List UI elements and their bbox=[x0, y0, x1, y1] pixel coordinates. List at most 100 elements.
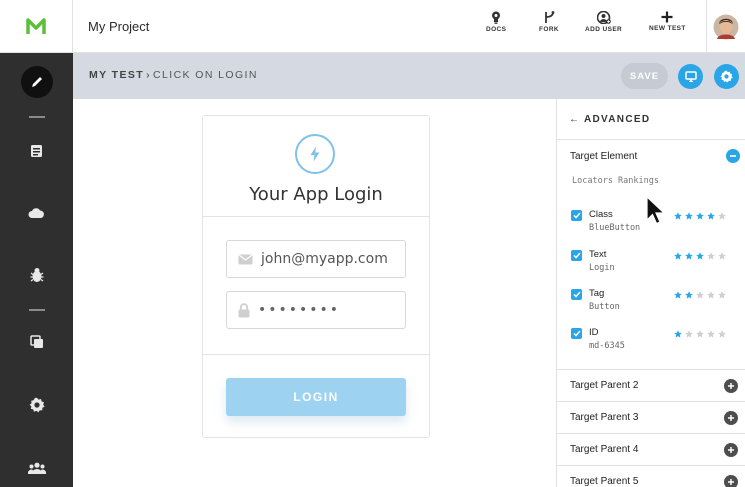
mouse-cursor-icon bbox=[646, 196, 666, 225]
star-filled-icon bbox=[685, 252, 693, 260]
advanced-header[interactable]: ← ADVANCED bbox=[557, 99, 745, 140]
email-field[interactable]: john@myapp.com bbox=[226, 240, 406, 278]
app-logo-circle bbox=[295, 134, 335, 174]
sidebar-item-cloud[interactable] bbox=[0, 205, 73, 221]
add-user-button[interactable]: ADD USER bbox=[585, 11, 622, 33]
star-empty-icon bbox=[707, 252, 715, 260]
expand-icon[interactable] bbox=[724, 411, 738, 425]
card-divider bbox=[203, 216, 429, 217]
lock-icon bbox=[238, 302, 250, 317]
preview-button[interactable] bbox=[678, 64, 703, 89]
project-title: My Project bbox=[88, 19, 150, 34]
sidebar-item-settings[interactable] bbox=[0, 396, 73, 414]
settings-button[interactable] bbox=[714, 64, 739, 89]
advanced-title: ← ADVANCED bbox=[569, 114, 651, 125]
star-filled-icon bbox=[696, 212, 704, 220]
star-filled-icon bbox=[685, 212, 693, 220]
add-user-label: ADD USER bbox=[585, 26, 623, 33]
plus-icon bbox=[728, 415, 734, 421]
check-icon bbox=[572, 291, 581, 298]
sidebar-divider bbox=[29, 116, 45, 118]
target-parent-label: Target Parent 4 bbox=[570, 444, 639, 455]
locator-value: BlueButton bbox=[589, 223, 641, 233]
password-field[interactable]: •••••••• bbox=[226, 291, 406, 329]
locator-value: Button bbox=[589, 302, 620, 312]
locators-subtitle: Locators Rankings bbox=[572, 176, 659, 186]
locator-checkbox[interactable] bbox=[571, 250, 582, 261]
top-bar: My Project DOCS FORK ADD USER NEW TEST bbox=[73, 0, 745, 53]
star-filled-icon bbox=[674, 291, 682, 299]
locator-checkbox[interactable] bbox=[571, 289, 582, 300]
fork-icon bbox=[544, 11, 554, 23]
plus-icon bbox=[728, 479, 734, 485]
star-empty-icon bbox=[707, 291, 715, 299]
expand-icon[interactable] bbox=[724, 379, 738, 393]
locator-value: Login bbox=[589, 263, 615, 273]
locator-name: Tag bbox=[589, 288, 605, 299]
breadcrumb-separator: › bbox=[146, 69, 152, 81]
pencil-icon bbox=[31, 77, 42, 87]
app-logo-icon bbox=[26, 18, 46, 34]
gear-icon bbox=[720, 70, 733, 83]
gear-icon bbox=[29, 397, 45, 413]
envelope-icon bbox=[238, 254, 253, 264]
fork-label: FORK bbox=[539, 26, 560, 33]
email-value: john@myapp.com bbox=[261, 251, 388, 267]
docs-button[interactable]: DOCS bbox=[486, 11, 506, 33]
star-empty-icon bbox=[696, 291, 704, 299]
login-card: Your App Login john@myapp.com •••••••• L… bbox=[202, 115, 430, 438]
sidebar-item-team[interactable] bbox=[0, 460, 73, 476]
locator-row[interactable]: Text Login bbox=[570, 249, 740, 283]
locator-rating bbox=[674, 291, 726, 299]
sidebar-item-copies[interactable] bbox=[0, 334, 73, 350]
target-parent-row[interactable]: Target Parent 2 bbox=[557, 369, 745, 401]
user-avatar-button[interactable] bbox=[706, 0, 745, 53]
target-parent-label: Target Parent 2 bbox=[570, 380, 639, 391]
list-icon bbox=[31, 145, 42, 157]
check-icon bbox=[572, 252, 581, 259]
locator-value: md-6345 bbox=[589, 341, 625, 351]
sidebar-item-tests[interactable] bbox=[0, 143, 73, 159]
locator-name: Text bbox=[589, 249, 607, 260]
locator-rating bbox=[674, 330, 726, 338]
users-icon bbox=[27, 462, 46, 474]
sidebar-item-edit[interactable] bbox=[0, 66, 73, 98]
minus-icon bbox=[730, 155, 736, 157]
breadcrumb-test[interactable]: MY TEST bbox=[89, 69, 144, 81]
target-parent-row[interactable]: Target Parent 4 bbox=[557, 433, 745, 465]
plus-icon bbox=[728, 447, 734, 453]
new-test-label: NEW TEST bbox=[649, 25, 686, 32]
target-parent-row[interactable]: Target Parent 5 bbox=[557, 465, 745, 487]
login-button[interactable]: LOGIN bbox=[226, 378, 406, 416]
password-value: •••••••• bbox=[258, 302, 341, 318]
locator-rating bbox=[674, 212, 726, 220]
expand-icon[interactable] bbox=[724, 443, 738, 457]
expand-icon[interactable] bbox=[724, 475, 738, 487]
login-title: Your App Login bbox=[249, 184, 383, 205]
save-button[interactable]: SAVE bbox=[621, 63, 668, 89]
monitor-icon bbox=[684, 71, 697, 82]
target-parent-row[interactable]: Target Parent 3 bbox=[557, 401, 745, 433]
star-filled-icon bbox=[707, 212, 715, 220]
cloud-icon bbox=[28, 208, 44, 218]
collapse-icon[interactable] bbox=[726, 149, 740, 163]
locator-row[interactable]: Tag Button bbox=[570, 288, 740, 322]
plus-icon bbox=[728, 383, 734, 389]
locator-checkbox[interactable] bbox=[571, 328, 582, 339]
locator-rating bbox=[674, 252, 726, 260]
star-empty-icon bbox=[718, 291, 726, 299]
fork-button[interactable]: FORK bbox=[539, 11, 559, 33]
new-test-button[interactable]: NEW TEST bbox=[649, 11, 686, 32]
breadcrumb: MY TEST › CLICK ON LOGIN bbox=[89, 69, 258, 81]
star-filled-icon bbox=[674, 212, 682, 220]
copy-icon bbox=[29, 335, 43, 348]
star-empty-icon bbox=[718, 330, 726, 338]
sidebar-item-bugs[interactable] bbox=[0, 266, 73, 284]
locator-name: ID bbox=[589, 327, 599, 338]
star-empty-icon bbox=[718, 252, 726, 260]
advanced-panel: ← ADVANCED Target Element Locators Ranki… bbox=[556, 99, 745, 487]
app-logo[interactable] bbox=[0, 0, 73, 53]
star-filled-icon bbox=[674, 252, 682, 260]
locator-row[interactable]: ID md-6345 bbox=[570, 327, 740, 361]
locator-checkbox[interactable] bbox=[571, 210, 582, 221]
